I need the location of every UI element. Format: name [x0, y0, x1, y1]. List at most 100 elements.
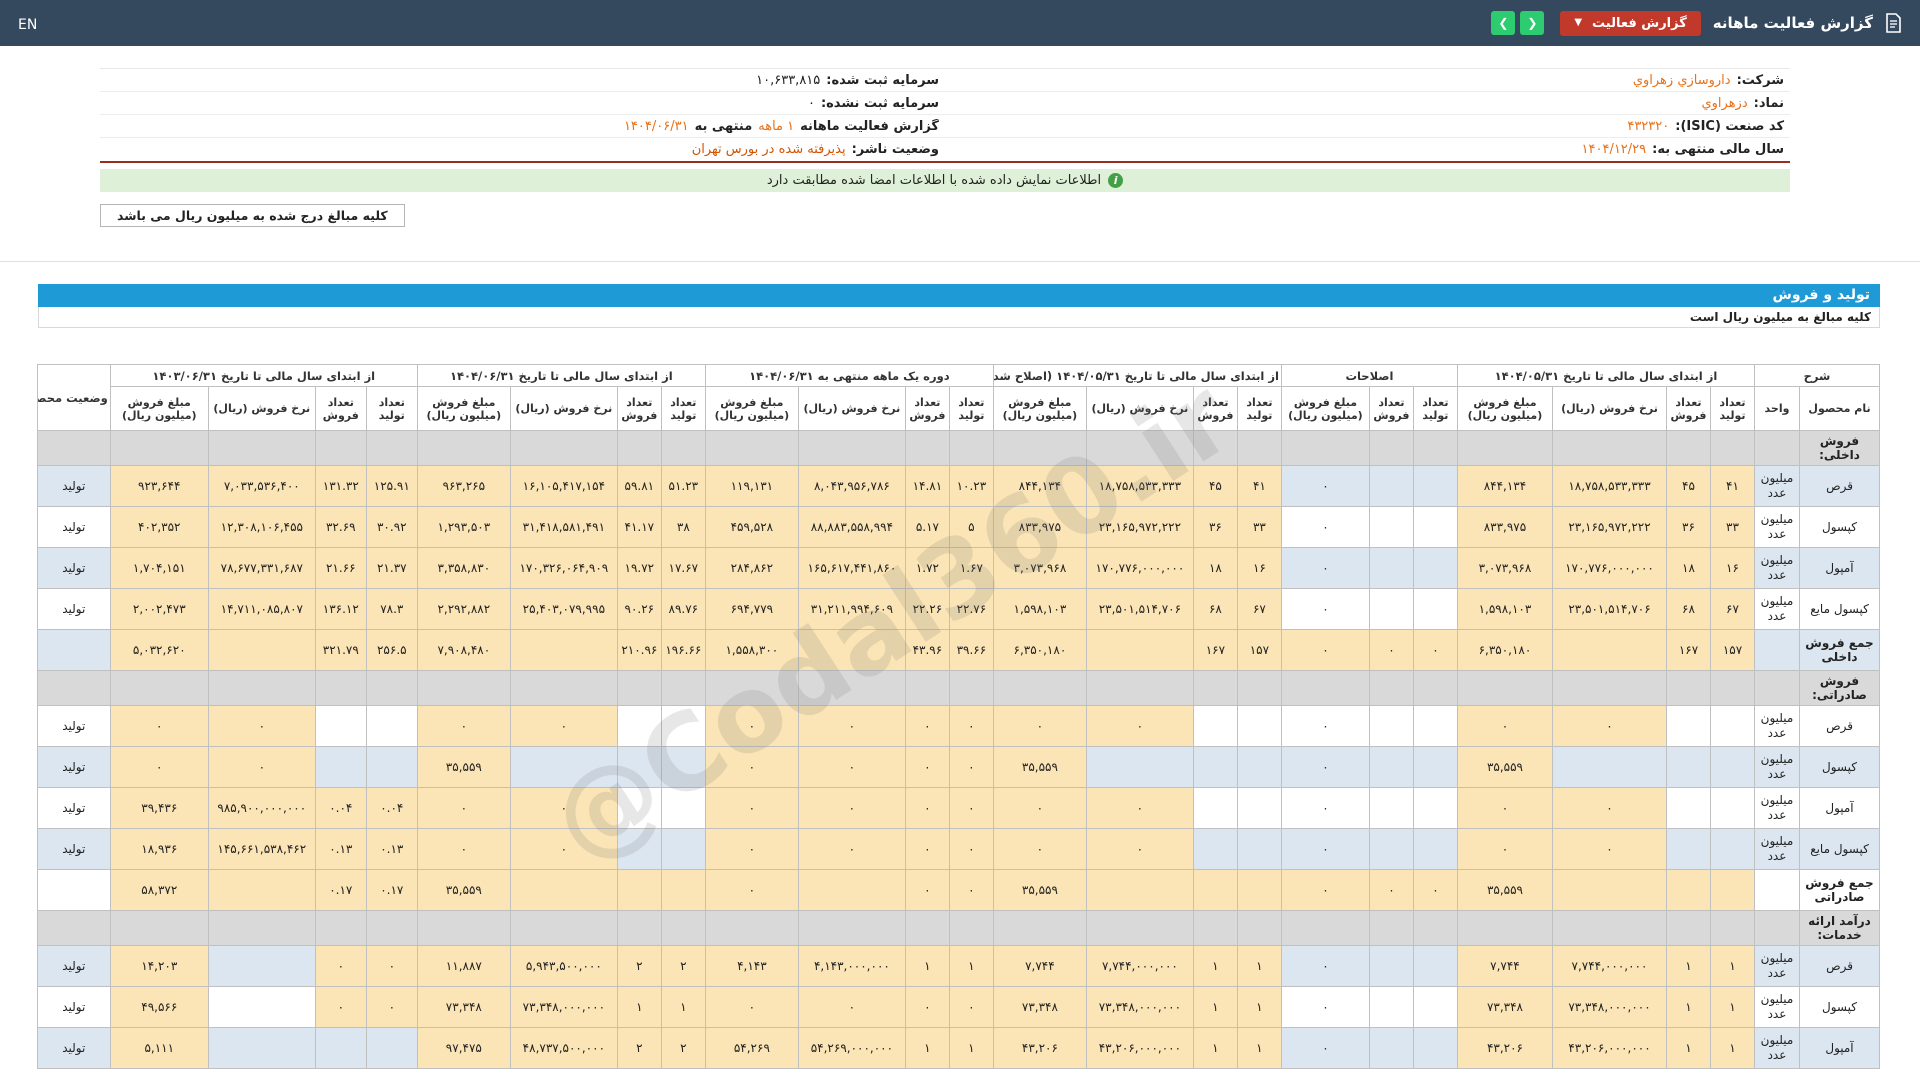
value-cell: ۱	[904, 1027, 950, 1069]
value-cell	[1085, 869, 1194, 911]
report-type-button[interactable]: گزارش فعالیت ▼	[1560, 10, 1701, 36]
previous-report-button[interactable]: ❮	[1491, 11, 1516, 35]
empty-cell	[36, 430, 111, 466]
value-cell: ۰	[704, 746, 799, 788]
product-status-cell: تولید	[36, 787, 111, 829]
value-cell	[365, 705, 418, 747]
product-name-cell: کپسول	[1799, 506, 1880, 548]
empty-cell	[509, 910, 618, 946]
value-cell	[1236, 746, 1282, 788]
value-cell	[1665, 828, 1711, 870]
value-cell: ۳۱,۴۱۸,۵۸۱,۴۹۱	[509, 506, 618, 548]
empty-cell	[1551, 430, 1667, 466]
value-cell: ۰	[704, 828, 799, 870]
value-cell	[1412, 465, 1458, 507]
value-cell	[314, 705, 367, 747]
table-row: قرص میلیون عدد ۱ ۱ ۷,۷۴۴,۰۰۰,۰۰۰ ۷,۷۴۴ ۰ ۱ ۱ ۷,۷۴…	[36, 945, 1880, 987]
empty-cell	[207, 670, 316, 706]
empty-cell	[1085, 430, 1194, 466]
value-cell: ۳۸	[660, 506, 706, 548]
value-cell: ۱	[948, 945, 994, 987]
product-status-cell: تولید	[36, 1027, 111, 1069]
value-cell: ۱۸,۷۵۸,۵۳۳,۳۳۳	[1551, 465, 1667, 507]
value-cell: ۱	[1236, 986, 1282, 1028]
empty-cell	[704, 430, 799, 466]
value-cell: ۰	[1456, 787, 1553, 829]
value-cell: ۷,۷۴۴	[992, 945, 1087, 987]
value-cell	[1368, 547, 1414, 589]
value-cell	[1709, 828, 1755, 870]
symbol-link[interactable]: دزهراوي	[1701, 96, 1747, 111]
unit-cell: میلیون عدد	[1753, 547, 1801, 589]
value-cell	[1368, 506, 1414, 548]
value-cell: ۰	[1085, 787, 1194, 829]
empty-cell	[616, 670, 662, 706]
registered-capital-label: سرمایه ثبت شده:	[826, 72, 939, 88]
unit-cell	[1753, 869, 1801, 911]
value-cell: ۱۹۶.۶۶	[660, 629, 706, 671]
value-cell: ۰	[904, 828, 950, 870]
value-cell: ۰.۱۳	[365, 828, 418, 870]
value-cell: ۳,۳۵۸,۸۳۰	[416, 547, 511, 589]
value-cell: ۰	[1280, 986, 1370, 1028]
fiscal-year-value: ۱۴۰۴/۱۲/۲۹	[1581, 142, 1647, 157]
value-cell: ۰	[416, 705, 511, 747]
section-name-cell: فروش صادراتی:	[1799, 670, 1880, 706]
value-cell: ۰	[1368, 629, 1414, 671]
value-cell: ۱	[1665, 945, 1711, 987]
value-cell	[616, 828, 662, 870]
value-cell	[1709, 705, 1755, 747]
signed-info-text: اطلاعات نمایش داده شده با اطلاعات امضا ش…	[766, 173, 1102, 188]
value-cell: ۴۳.۹۶	[904, 629, 950, 671]
production-sales-section: تولید و فروش کلیه مبالغ به میلیون ریال ا…	[36, 284, 1881, 1069]
table-row: قرص میلیون عدد ۴۱ ۴۵ ۱۸,۷۵۸,۵۳۳,۳۳۳ ۸۴۴,۱۳۴ ۰ ۴…	[36, 465, 1880, 507]
empty-cell	[1753, 910, 1801, 946]
value-cell	[314, 1027, 367, 1069]
value-cell: ۲۱۰.۹۶	[616, 629, 662, 671]
column-group-header: از ابتدای سال مالی تا تاریخ ۱۴۰۴/۰۵/۳۱ (…	[992, 364, 1282, 387]
value-cell: ۷,۷۴۴,۰۰۰,۰۰۰	[1551, 945, 1667, 987]
value-cell: ۴۱	[1709, 465, 1755, 507]
value-cell: ۱۰.۲۳	[948, 465, 994, 507]
value-cell: ۴۹,۵۶۶	[109, 986, 209, 1028]
value-cell: ۸۳۳,۹۷۵	[1456, 506, 1553, 548]
product-status-cell: تولید	[36, 588, 111, 630]
column-header: مبلغ فروش (میلیون ریال)	[109, 386, 209, 431]
empty-cell	[1665, 430, 1711, 466]
info-monthly-report-period: گزارش فعالیت ماهانه ۱ ماهه منتهی به ۱۴۰۴…	[100, 119, 945, 134]
value-cell	[1709, 787, 1755, 829]
value-cell: ۴۵	[1192, 465, 1238, 507]
value-cell: ۰	[797, 828, 906, 870]
language-toggle-en[interactable]: EN	[18, 17, 37, 33]
header-left-group: EN	[18, 14, 37, 33]
column-header: تعداد فروش	[1665, 386, 1711, 431]
value-cell: ۰	[314, 945, 367, 987]
value-cell: ۱۴۵,۶۶۱,۵۳۸,۴۶۲	[207, 828, 316, 870]
next-report-button[interactable]: ❯	[1520, 11, 1545, 35]
empty-cell	[948, 430, 994, 466]
empty-cell	[1368, 430, 1414, 466]
value-cell: ۰	[509, 787, 618, 829]
value-cell: ۱۸,۷۵۸,۵۳۳,۳۳۳	[1085, 465, 1194, 507]
header-right-group: گزارش فعالیت ماهانه گزارش فعالیت ▼ ❮ ❯	[1491, 10, 1902, 36]
value-cell	[1665, 869, 1711, 911]
value-cell: ۷۳,۳۴۸,۰۰۰,۰۰۰	[1085, 986, 1194, 1028]
report-document-icon	[1885, 13, 1902, 33]
value-cell: ۴۱	[1236, 465, 1282, 507]
product-name-cell: کپسول مایع	[1799, 588, 1880, 630]
value-cell: ۱	[1236, 1027, 1282, 1069]
value-cell: ۵۴,۲۶۹,۰۰۰,۰۰۰	[797, 1027, 906, 1069]
value-cell: ۰	[207, 705, 316, 747]
info-symbol: نماد: دزهراوي	[945, 96, 1790, 111]
value-cell: ۹۰.۲۶	[616, 588, 662, 630]
empty-cell	[1412, 430, 1458, 466]
product-name-cell: جمع فروش داخلی	[1799, 629, 1880, 671]
value-cell: ۰	[509, 705, 618, 747]
company-link[interactable]: داروسازي زهراوي	[1633, 73, 1731, 88]
value-cell	[1412, 746, 1458, 788]
value-cell: ۹۲۳,۶۴۴	[109, 465, 209, 507]
value-cell: ۲۵,۴۰۳,۰۷۹,۹۹۵	[509, 588, 618, 630]
empty-cell	[1412, 670, 1458, 706]
value-cell: ۵,۹۴۳,۵۰۰,۰۰۰	[509, 945, 618, 987]
value-cell	[1368, 705, 1414, 747]
